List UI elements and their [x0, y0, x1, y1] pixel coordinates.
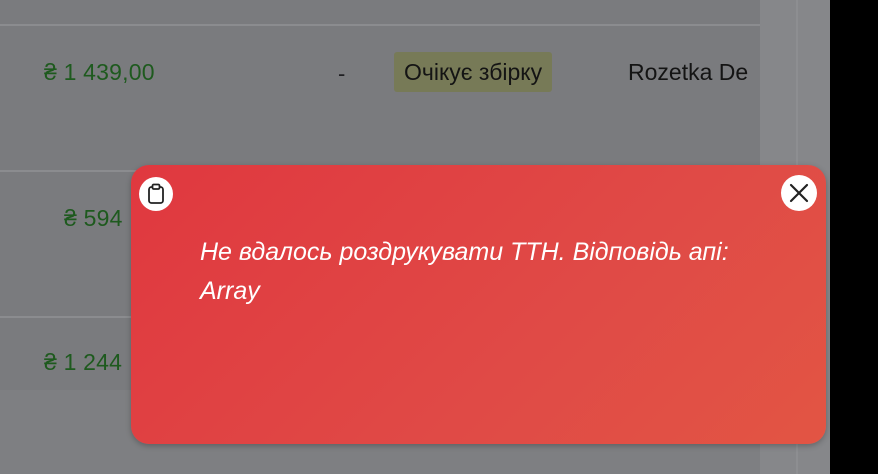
close-icon — [789, 183, 809, 203]
order-price: ₴ 1 244 — [44, 349, 123, 375]
table-row[interactable]: ₴ 1 439,00 - Очікує збірку Rozetka De — [0, 24, 760, 170]
clipboard-icon — [148, 183, 164, 204]
copy-button[interactable] — [139, 177, 173, 211]
error-toast: Не вдалось роздрукувати ТТН. Відповідь а… — [131, 165, 826, 444]
toast-message: Не вдалось роздрукувати ТТН. Відповідь а… — [200, 238, 729, 305]
order-price: ₴ 1 439,00 — [44, 59, 155, 85]
close-button[interactable] — [781, 175, 817, 211]
order-dash: - — [338, 61, 346, 86]
screen: ₴ 1 439,00 - Очікує збірку Rozetka De ₴ … — [0, 0, 878, 474]
status-badge: Очікує збірку — [394, 52, 553, 92]
window-edge — [830, 0, 878, 474]
carrier-name: Rozetka De — [628, 59, 749, 85]
order-price: ₴ 594 — [64, 205, 123, 231]
